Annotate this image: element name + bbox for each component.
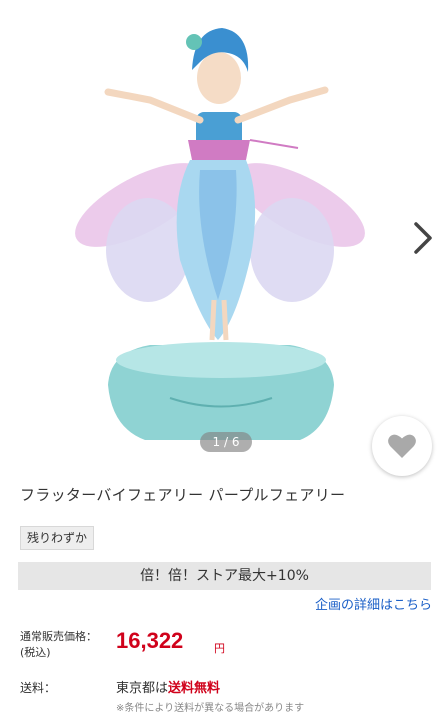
shipping-info: 東京都は送料無料 <box>116 677 220 696</box>
product-title: フラッターバイフェアリー パープルフェアリー <box>20 486 346 504</box>
favorite-button[interactable] <box>372 416 432 476</box>
chevron-right-icon[interactable] <box>406 218 440 258</box>
price-amount: 16,322 <box>116 628 184 653</box>
shipping-note: ※条件により送料が異なる場合があります <box>116 703 305 714</box>
image-page-indicator: 1 / 6 <box>200 432 252 452</box>
price-label-line1: 通常販売価格： <box>20 630 97 643</box>
product-image-gallery[interactable]: 1 / 6 <box>0 0 446 476</box>
shipping-label: 送料： <box>20 681 57 695</box>
stock-badge: 残りわずか <box>20 526 95 550</box>
page-current: 1 <box>212 435 221 449</box>
campaign-detail-link[interactable]: 企画の詳細はこちら <box>315 594 432 613</box>
product-image <box>75 28 365 440</box>
page-separator: / <box>223 435 229 449</box>
heart-icon <box>388 434 416 458</box>
price-unit: 円 <box>214 642 225 655</box>
price-label: 通常販売価格： (税込) <box>20 629 97 661</box>
page-total: 6 <box>231 435 240 449</box>
price-label-line2: (税込) <box>20 646 51 659</box>
shipping-region: 東京都は <box>116 681 169 696</box>
promo-banner[interactable]: 倍！倍！ストア最大+10% <box>18 562 431 590</box>
free-shipping-text: 送料無料 <box>168 681 221 696</box>
